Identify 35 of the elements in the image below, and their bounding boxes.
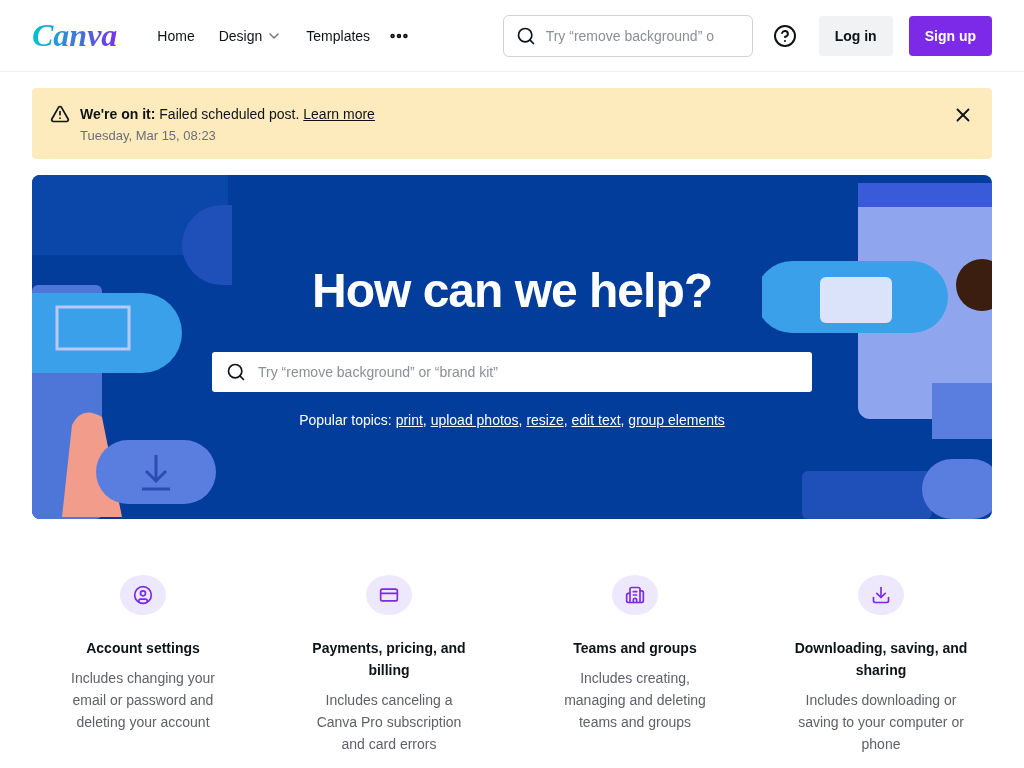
category-icon[interactable] xyxy=(120,575,166,615)
help-search-field[interactable]: Try “remove background” or “brand kit” xyxy=(256,363,798,381)
category-title[interactable]: Teams and groups xyxy=(573,637,697,659)
topic-link[interactable]: print xyxy=(395,412,423,428)
category-description: Includes downloading or saving to your computer or phone xyxy=(797,691,965,754)
hero-title: How can we help? xyxy=(311,263,713,318)
notice-time: Tuesday, Mar 15, 08:23 xyxy=(80,128,217,143)
category-description: Includes changing your email or password and deleting your account xyxy=(70,669,216,732)
topic-link[interactable]: group elements xyxy=(628,412,725,428)
notice-message: We're on it: Failed scheduled post. Learn more xyxy=(80,106,376,122)
category-title[interactable]: Downloading, saving, and sharing xyxy=(791,637,971,681)
topic-link[interactable]: resize xyxy=(526,412,564,428)
category-icon[interactable] xyxy=(858,575,904,615)
category-icon[interactable] xyxy=(612,575,658,615)
learn-more-link[interactable]: Learn more xyxy=(303,106,375,122)
signup-button[interactable]: Sign up xyxy=(908,15,992,56)
search-icon xyxy=(515,25,536,46)
popular-topics-text: Popular topics: print, upload photos, resize, edit text, group elements xyxy=(299,412,725,428)
category-title[interactable]: Payments, pricing, and billing xyxy=(299,637,479,681)
nav-link[interactable]: Home xyxy=(145,19,207,52)
help-search-box[interactable]: Try “remove background” or “brand kit” xyxy=(212,352,812,392)
category-description: Includes creating, managing and deleting teams and groups xyxy=(563,669,707,732)
topic-link[interactable]: upload photos xyxy=(430,412,519,428)
topic-link[interactable]: edit text xyxy=(571,412,621,428)
search-icon xyxy=(226,362,246,382)
search-box[interactable]: Try “remove background” o xyxy=(502,14,753,57)
warning-icon xyxy=(50,104,70,124)
category-icon[interactable] xyxy=(366,575,412,615)
category-title[interactable]: Account settings xyxy=(86,637,200,659)
login-button[interactable]: Log in xyxy=(818,15,893,56)
nav-link[interactable]: Design xyxy=(206,19,295,52)
search-field[interactable]: Try “remove background” o xyxy=(543,26,740,45)
category-description: Includes canceling a Canva Pro subscription and card errors xyxy=(315,691,463,754)
nav-link[interactable]: Templates xyxy=(294,19,383,52)
help-icon[interactable] xyxy=(772,23,797,48)
